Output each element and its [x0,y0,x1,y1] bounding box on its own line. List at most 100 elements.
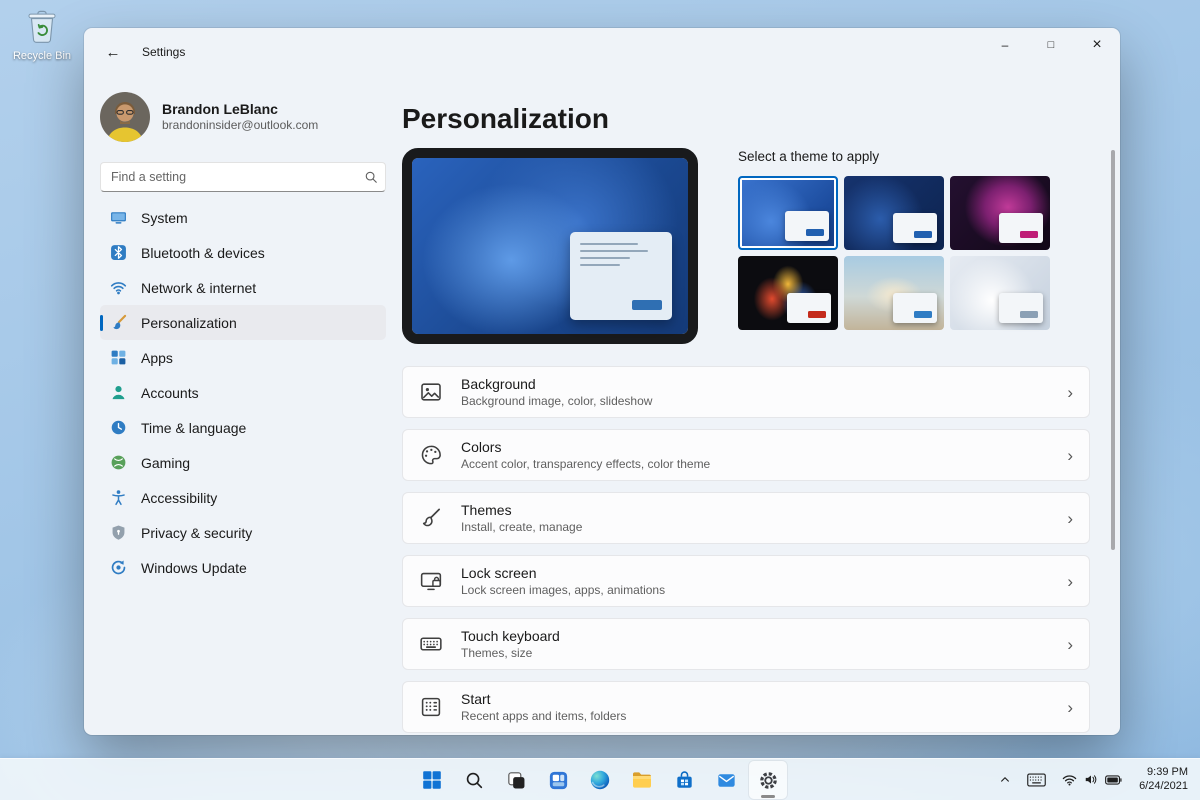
back-button[interactable]: ← [98,37,128,67]
taskbar-search-button[interactable] [455,761,493,799]
image-icon [421,383,441,401]
widgets-button[interactable] [539,761,577,799]
preview-accent-button [632,300,662,310]
store-bag-icon [676,770,692,788]
search-box [100,162,386,192]
mail-icon [717,773,735,787]
widgets-icon [549,771,567,789]
windows-logo-icon [423,771,441,789]
touch-keyboard-tray-button[interactable] [1020,763,1053,797]
settings-window: ← Settings – □ × Brandon LeBlanc brandon… [84,28,1120,735]
sidebar-item-bluetooth-devices[interactable]: Bluetooth & devices [100,235,386,270]
bluetooth-icon [111,245,126,260]
chevron-up-icon [1001,776,1009,782]
shield-icon [112,525,125,540]
recycle-bin-icon [25,10,59,48]
avatar [100,92,150,142]
theme-thumbnail-windows-blue-bloom[interactable] [738,176,838,250]
theme-thumbnail-sunrise-beach[interactable] [844,256,944,330]
setting-row-colors[interactable]: Colors Accent color, transparency effects… [402,429,1090,481]
network-volume-battery-button[interactable] [1055,763,1129,797]
sidebar-item-personalization[interactable]: Personalization [100,305,386,340]
sidebar-nav: System Bluetooth & devices Network & int… [100,200,386,585]
sidebar-item-network-internet[interactable]: Network & internet [100,270,386,305]
theme-preview-monitor [402,148,698,344]
window-scrollbar[interactable] [1111,150,1115,550]
theme-accent-swatch [1020,311,1038,318]
accessibility-icon [112,490,125,506]
setting-row-lock-screen[interactable]: Lock screen Lock screen images, apps, ani… [402,555,1090,607]
sidebar-item-system[interactable]: System [100,200,386,235]
theme-accent-swatch [914,311,932,318]
sidebar-item-accounts[interactable]: Accounts [100,375,386,410]
mail-button[interactable] [707,761,745,799]
theme-thumbnail-captured-motion[interactable] [738,256,838,330]
user-name: Brandon LeBlanc [162,101,278,117]
sidebar-item-windows-update[interactable]: Windows Update [100,550,386,585]
folder-icon [633,772,651,788]
recycle-bin[interactable]: Recycle Bin [10,8,74,62]
user-profile[interactable]: Brandon LeBlanc brandoninsider@outlook.c… [100,90,386,144]
chevron-right-icon: › [1067,445,1073,465]
start-layout-icon [421,697,441,717]
sidebar: Brandon LeBlanc brandoninsider@outlook.c… [84,76,402,735]
theme-accent-swatch [806,229,824,236]
search-icon [466,772,483,789]
settings-app-button[interactable] [749,761,787,799]
lock-screen-icon [420,572,442,591]
theme-grid [738,176,1050,330]
xbox-icon [111,455,126,470]
tray-overflow-button[interactable] [992,763,1018,797]
clock-icon [111,420,126,435]
brush-icon [113,314,127,330]
main-content: Personalization Select a theme to apply [402,76,1120,735]
apps-grid-icon [111,350,126,365]
theme-thumbnail-flow-light[interactable] [950,256,1050,330]
edge-button[interactable] [581,761,619,799]
microsoft-store-button[interactable] [665,761,703,799]
chevron-right-icon: › [1067,382,1073,402]
theme-accent-swatch [914,231,932,238]
theme-accent-swatch [808,311,826,318]
close-button[interactable]: × [1074,28,1120,62]
palette-icon [421,445,441,465]
theme-picker-label: Select a theme to apply [738,149,880,164]
clock-date: 6/24/2021 [1139,779,1188,792]
taskbar: 9:39 PM 6/24/2021 [0,758,1200,800]
maximize-button[interactable]: □ [1028,28,1074,62]
keyboard-icon [1027,773,1046,786]
setting-row-start[interactable]: Start Recent apps and items, folders › [402,681,1090,733]
theme-accent-swatch [1020,231,1038,238]
recycle-bin-label: Recycle Bin [12,50,72,62]
sidebar-item-apps[interactable]: Apps [100,340,386,375]
paintbrush-icon [422,508,440,527]
volume-icon [1085,775,1097,784]
window-controls: – □ × [982,28,1120,62]
task-view-button[interactable] [497,761,535,799]
minimize-button[interactable]: – [982,28,1028,62]
search-input[interactable] [100,162,386,192]
file-explorer-button[interactable] [623,761,661,799]
setting-row-themes[interactable]: Themes Install, create, manage › [402,492,1090,544]
edge-icon [590,770,610,790]
battery-icon [1105,774,1122,785]
setting-row-background[interactable]: Background Background image, color, slide… [402,366,1090,418]
sidebar-item-time-language[interactable]: Time & language [100,410,386,445]
taskbar-clock[interactable]: 9:39 PM 6/24/2021 [1131,766,1196,793]
start-button[interactable] [413,761,451,799]
sidebar-item-gaming[interactable]: Gaming [100,445,386,480]
person-icon [112,386,125,400]
setting-row-touch-keyboard[interactable]: Touch keyboard Themes, size › [402,618,1090,670]
page-title: Personalization [402,103,609,134]
gear-icon [759,771,777,789]
titlebar[interactable]: ← Settings – □ × [84,28,1120,76]
chevron-right-icon: › [1067,571,1073,591]
wifi-icon [110,282,127,295]
theme-thumbnail-windows-dark-blue-bloom[interactable] [844,176,944,250]
desktop: Recycle Bin ← Settings – □ × Brandon LeB… [0,0,1200,800]
clock-time: 9:39 PM [1147,766,1188,778]
sidebar-item-accessibility[interactable]: Accessibility [100,480,386,515]
sidebar-item-privacy-security[interactable]: Privacy & security [100,515,386,550]
user-email: brandoninsider@outlook.com [162,118,319,132]
theme-thumbnail-glow-purple[interactable] [950,176,1050,250]
